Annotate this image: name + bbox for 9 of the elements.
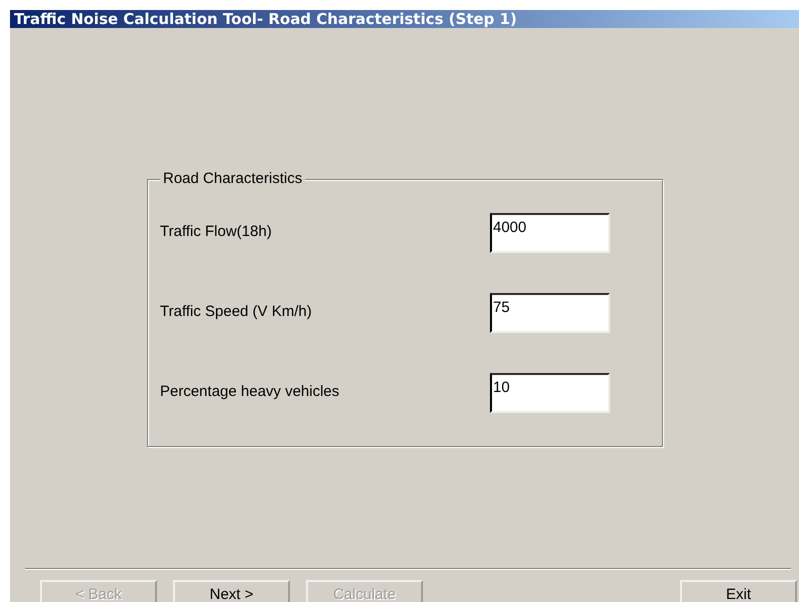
input-field[interactable]: 4000 bbox=[490, 213, 610, 253]
window-title: Traffic Noise Calculation Tool- Road Characteristics (Step 1) bbox=[14, 10, 517, 28]
field-label: Traffic Flow(18h) bbox=[160, 223, 272, 240]
exit-button[interactable]: Exit bbox=[680, 580, 797, 602]
input-field[interactable]: 75 bbox=[490, 293, 610, 333]
input-field[interactable]: 10 bbox=[490, 373, 610, 413]
field-label: Traffic Speed (V Km/h) bbox=[160, 303, 312, 320]
field-label: Percentage heavy vehicles bbox=[160, 383, 340, 400]
wizard-button[interactable]: Next > bbox=[173, 580, 290, 602]
